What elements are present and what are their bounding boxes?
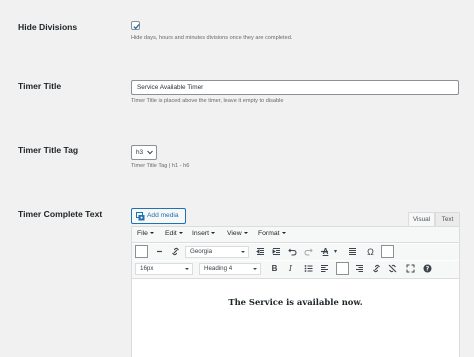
unlink-icon[interactable]: [387, 263, 398, 275]
menu-view[interactable]: View: [227, 230, 248, 237]
media-icon: [136, 212, 145, 221]
help-icon[interactable]: ?: [422, 263, 433, 275]
editor-content-heading[interactable]: The Service is available now.: [132, 297, 459, 307]
redo-icon[interactable]: [303, 246, 314, 258]
font-size-select[interactable]: 16px: [135, 263, 193, 275]
timer-title-tag-description: Timer Title Tag | h1 - h6: [131, 163, 190, 169]
bold-icon[interactable]: B: [269, 263, 280, 275]
tab-visual[interactable]: Visual: [408, 212, 435, 227]
add-media-button[interactable]: Add media: [131, 208, 186, 224]
background-color-swatch[interactable]: [135, 245, 148, 258]
link-icon[interactable]: [170, 246, 181, 258]
color-swatch[interactable]: [381, 245, 394, 258]
outdent-icon[interactable]: [255, 246, 266, 258]
special-character-icon[interactable]: Ω: [365, 246, 376, 258]
timer-title-tag-label: Timer Title Tag: [18, 145, 79, 155]
indent-icon[interactable]: [271, 246, 282, 258]
rich-text-editor: File Edit Insert View Format Georgia A ▾…: [131, 226, 460, 357]
editor-toolbar-row-1: Georgia A ▾ Ω: [132, 244, 459, 260]
dash-icon[interactable]: [154, 246, 165, 258]
menu-insert[interactable]: Insert: [192, 230, 215, 237]
italic-icon[interactable]: I: [285, 263, 296, 275]
svg-text:?: ?: [426, 266, 430, 273]
align-left-icon[interactable]: [319, 263, 330, 275]
checkmark-icon: [133, 23, 140, 30]
tab-text[interactable]: Text: [435, 212, 460, 227]
timer-title-tag-value: h3: [136, 149, 144, 156]
insert-link-icon[interactable]: [371, 263, 382, 275]
undo-icon[interactable]: [287, 246, 298, 258]
add-media-label: Add media: [147, 212, 179, 219]
chevron-down-icon: [147, 150, 153, 155]
bulleted-list-icon[interactable]: [303, 263, 314, 275]
hide-divisions-label: Hide Divisions: [18, 22, 78, 32]
highlight-swatch[interactable]: [336, 262, 349, 275]
text-color-dropdown-icon[interactable]: ▾: [330, 246, 341, 258]
menu-file[interactable]: File: [137, 230, 154, 237]
block-format-select[interactable]: Heading 4: [199, 263, 261, 275]
timer-title-label: Timer Title: [18, 81, 62, 91]
editor-toolbar-row-2: 16px Heading 4 B I ?: [132, 261, 459, 279]
hide-divisions-checkbox[interactable]: [131, 21, 140, 30]
menu-format[interactable]: Format: [258, 230, 286, 237]
fullscreen-icon[interactable]: [405, 263, 416, 275]
timer-complete-text-label: Timer Complete Text: [18, 209, 103, 219]
timer-title-input[interactable]: Service Available Timer: [131, 80, 459, 95]
align-right-icon[interactable]: [354, 263, 365, 275]
hide-divisions-description: Hide days, hours and minutes divisions o…: [131, 35, 293, 41]
font-family-select[interactable]: Georgia: [185, 246, 249, 258]
timer-title-description: Timer Title is placed above the timer, l…: [131, 98, 284, 104]
justify-icon[interactable]: [347, 246, 358, 258]
menu-edit[interactable]: Edit: [165, 230, 183, 237]
editor-menubar: File Edit Insert View Format: [132, 227, 459, 243]
timer-title-tag-select[interactable]: h3: [131, 145, 157, 160]
